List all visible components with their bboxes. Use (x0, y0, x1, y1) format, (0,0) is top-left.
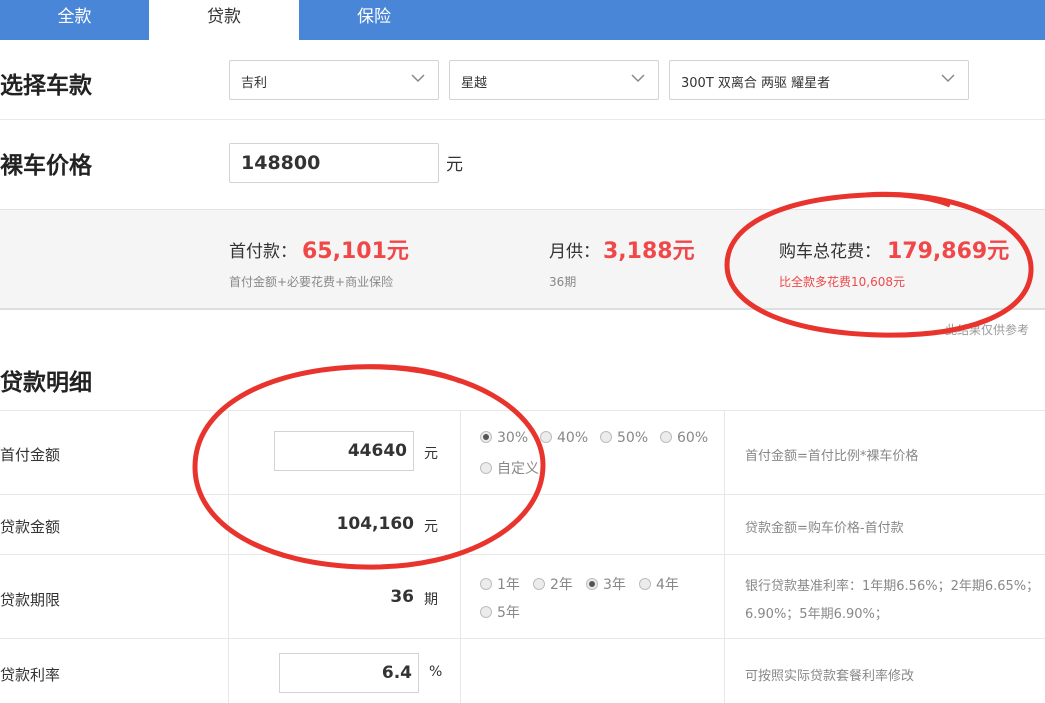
divider (460, 410, 461, 703)
radio-icon (480, 578, 492, 590)
term-5-year-radio[interactable]: 5年 (480, 602, 520, 622)
radio-label: 2年 (550, 577, 573, 593)
radio-label: 自定义 (497, 461, 539, 477)
down-ratio-60-radio[interactable]: 60% (660, 430, 708, 446)
monthly-value: 3,188元 (603, 239, 695, 264)
loan-term-value: 36 (390, 587, 414, 607)
disclaimer-note: 此结果仅供参考 (945, 323, 1030, 337)
down-payment-sub: 首付金额+必要花费+商业保险 (229, 275, 394, 289)
down-payment-value: 65,101元 (302, 239, 409, 264)
radio-icon (480, 431, 492, 443)
down-ratio-50-radio[interactable]: 50% (600, 430, 648, 446)
divider (0, 638, 1045, 639)
down-payment-label: 首付款： (229, 242, 297, 262)
down-amount-hint: 首付金额=首付比例*裸车价格 (745, 449, 919, 464)
tab-loan[interactable]: 贷款 (149, 0, 299, 40)
loan-rate-input[interactable] (279, 653, 419, 693)
series-select-value: 星越 (461, 76, 488, 91)
total-cost-value: 179,869元 (887, 239, 1010, 264)
model-select-value: 300T 双离合 两驱 耀星者 (681, 76, 831, 91)
loan-term-unit: 期 (424, 592, 438, 608)
radio-icon (540, 431, 552, 443)
radio-label: 4年 (656, 577, 679, 593)
loan-term-label: 贷款期限 (0, 591, 61, 609)
tab-insurance[interactable]: 保险 (299, 0, 449, 40)
radio-label: 30% (497, 430, 529, 446)
radio-icon (639, 578, 651, 590)
divider (0, 119, 1045, 120)
radio-label: 1年 (497, 577, 520, 593)
down-amount-unit: 元 (424, 446, 438, 462)
tab-bar: 全款 贷款 保险 (0, 0, 1045, 40)
total-cost-sub: 比全款多花费10,608元 (779, 275, 905, 289)
monthly-label: 月供： (549, 242, 600, 262)
radio-label: 60% (677, 430, 709, 446)
divider (724, 410, 725, 703)
total-cost-label: 购车总花费： (779, 242, 881, 262)
radio-icon (480, 606, 492, 618)
divider (0, 554, 1045, 555)
loan-amount-hint: 贷款金额=购车价格-首付款 (745, 521, 904, 536)
radio-label: 5年 (497, 605, 520, 621)
loan-rate-hint: 可按照实际贷款套餐利率修改 (745, 669, 915, 684)
radio-label: 50% (617, 430, 649, 446)
divider (0, 410, 1045, 411)
price-unit: 元 (446, 155, 463, 175)
term-3-year-radio[interactable]: 3年 (586, 574, 626, 594)
term-2-year-radio[interactable]: 2年 (533, 574, 573, 594)
select-car-heading: 选择车款 (0, 73, 92, 99)
chevron-down-icon (941, 74, 955, 83)
radio-icon (660, 431, 672, 443)
loan-rate-unit: % (429, 664, 443, 680)
price-heading: 裸车价格 (0, 153, 92, 179)
radio-icon (533, 578, 545, 590)
result-summary: 首付款： 65,101元 首付金额+必要花费+商业保险 月供： 3,188元 3… (0, 209, 1045, 310)
down-amount-label: 首付金额 (0, 446, 61, 464)
down-ratio-40-radio[interactable]: 40% (540, 430, 588, 446)
brand-select[interactable]: 吉利 (229, 60, 439, 100)
term-1-year-radio[interactable]: 1年 (480, 574, 520, 594)
tab-full-payment[interactable]: 全款 (0, 0, 149, 40)
loan-amount-value: 104,160 (336, 514, 414, 534)
radio-icon (480, 462, 492, 474)
series-select[interactable]: 星越 (449, 60, 659, 100)
loan-amount-label: 贷款金额 (0, 518, 61, 536)
loan-rate-label: 贷款利率 (0, 666, 61, 684)
chevron-down-icon (631, 74, 645, 83)
term-4-year-radio[interactable]: 4年 (639, 574, 679, 594)
base-rate-hint-continued: 6.90%；5年期6.90%； (745, 607, 888, 622)
radio-icon (586, 578, 598, 590)
down-ratio-custom-radio[interactable]: 自定义 (480, 458, 539, 478)
chevron-down-icon (411, 74, 425, 83)
base-rate-hint: 银行贷款基准利率：1年期6.56%；2年期6.65%； (745, 579, 1040, 594)
radio-label: 3年 (603, 577, 626, 593)
radio-label: 40% (557, 430, 589, 446)
down-amount-input[interactable] (274, 431, 414, 471)
monthly-sub: 36期 (549, 275, 577, 289)
brand-select-value: 吉利 (241, 76, 268, 91)
model-select[interactable]: 300T 双离合 两驱 耀星者 (669, 60, 969, 100)
loan-detail-heading: 贷款明细 (0, 370, 92, 396)
radio-icon (600, 431, 612, 443)
down-ratio-30-radio[interactable]: 30% (480, 430, 528, 446)
divider (228, 410, 229, 703)
car-price-input[interactable] (229, 143, 439, 183)
loan-amount-unit: 元 (424, 519, 438, 535)
divider (0, 494, 1045, 495)
